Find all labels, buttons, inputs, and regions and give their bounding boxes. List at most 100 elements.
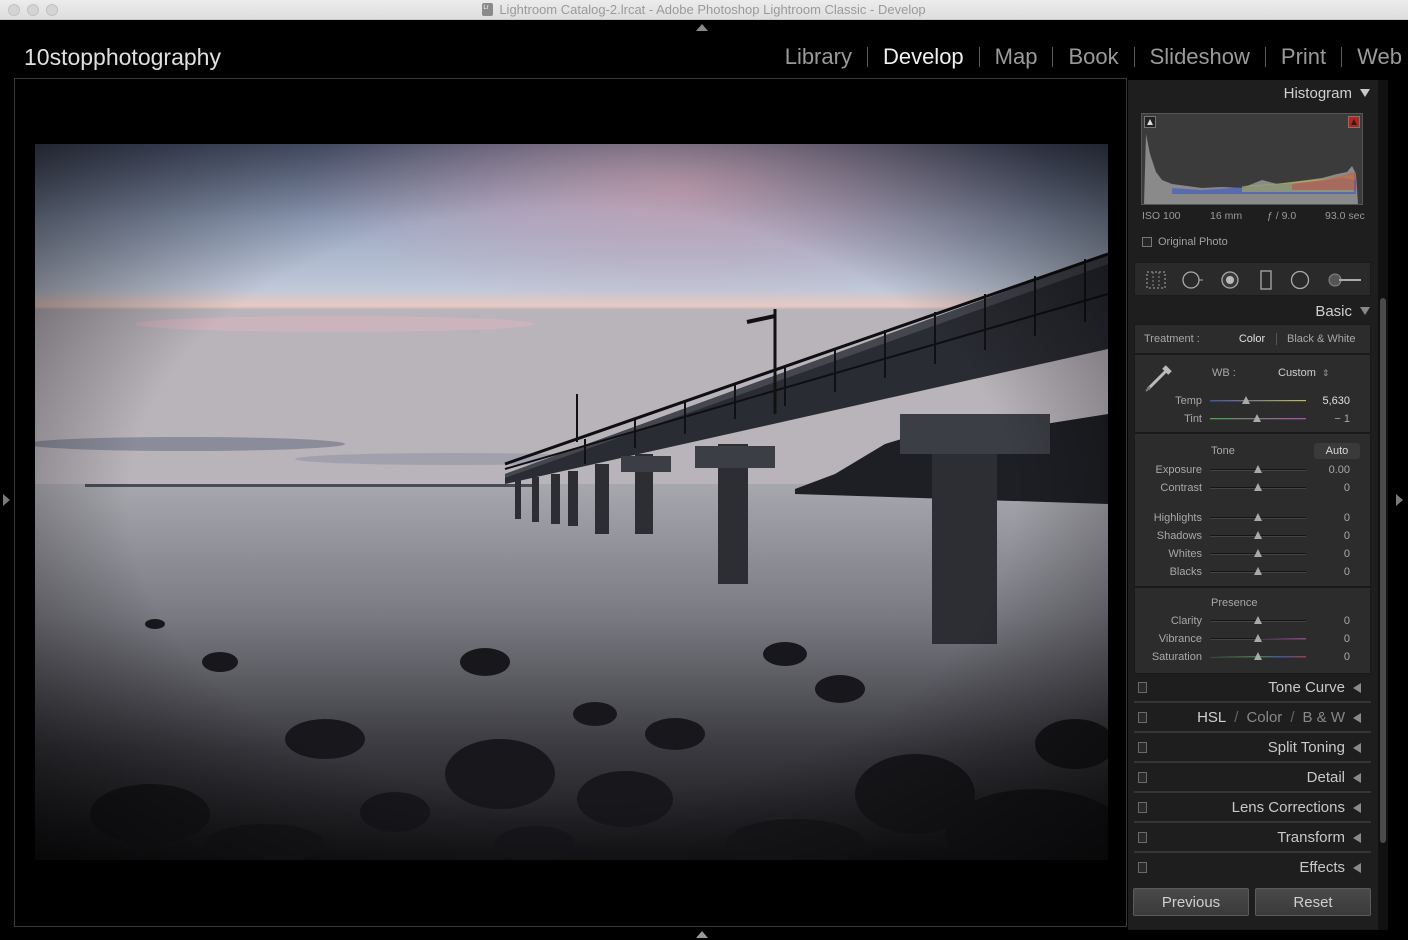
original-photo-checkbox[interactable]	[1142, 237, 1152, 247]
expand-effects-icon[interactable]	[1353, 862, 1361, 873]
temp-slider-thumb[interactable]	[1241, 396, 1250, 404]
tint-slider-thumb[interactable]	[1253, 414, 1262, 422]
split-toning-title: Split Toning	[1267, 739, 1345, 756]
auto-tone-button[interactable]: Auto	[1314, 443, 1360, 459]
blacks-value[interactable]: 0	[1306, 566, 1350, 578]
whites-value[interactable]: 0	[1306, 548, 1350, 560]
treatment-bw-option[interactable]: Black & White	[1287, 333, 1355, 345]
vibrance-slider[interactable]	[1210, 634, 1306, 644]
expand-hsl-icon[interactable]	[1353, 712, 1361, 723]
tone-curve-panel-header[interactable]: Tone Curve	[1134, 673, 1371, 703]
expand-detail-icon[interactable]	[1353, 772, 1361, 783]
whites-slider-thumb[interactable]	[1254, 549, 1262, 557]
hsl-color-tab[interactable]: Color	[1246, 709, 1282, 726]
expand-split-toning-icon[interactable]	[1353, 742, 1361, 753]
module-map[interactable]: Map	[980, 44, 1053, 70]
right-panel-toggle-icon[interactable]	[1396, 494, 1403, 506]
module-print[interactable]: Print	[1266, 44, 1341, 70]
exposure-slider[interactable]	[1210, 465, 1306, 475]
treatment-color-option[interactable]: Color	[1236, 333, 1268, 345]
vibrance-slider-thumb[interactable]	[1254, 634, 1262, 642]
reset-button[interactable]: Reset	[1255, 888, 1371, 916]
contrast-slider[interactable]	[1210, 483, 1306, 493]
shadows-slider[interactable]	[1210, 531, 1306, 541]
crop-overlay-icon[interactable]	[1145, 270, 1167, 290]
filmstrip-toggle-icon[interactable]	[696, 931, 708, 938]
lens-corrections-title: Lens Corrections	[1231, 799, 1345, 816]
white-balance-eyedropper-icon[interactable]	[1144, 361, 1176, 393]
module-library[interactable]: Library	[770, 44, 867, 70]
wb-dropdown-icon[interactable]: ⇕	[1322, 368, 1330, 379]
module-develop[interactable]: Develop	[868, 44, 979, 70]
hsl-bw-tab[interactable]: B & W	[1302, 709, 1345, 726]
effects-toggle-switch[interactable]	[1138, 862, 1147, 873]
previous-button[interactable]: Previous	[1133, 888, 1249, 916]
graduated-filter-icon[interactable]	[1255, 270, 1277, 290]
split-toning-panel-header[interactable]: Split Toning	[1134, 733, 1371, 763]
radial-filter-icon[interactable]	[1289, 270, 1311, 290]
split-toning-title-wrap: Split Toning	[1268, 739, 1361, 756]
adjustment-brush-icon[interactable]	[1325, 270, 1363, 290]
top-panel-toggle-icon[interactable]	[696, 24, 708, 31]
expand-lens-corrections-icon[interactable]	[1353, 802, 1361, 813]
exposure-slider-thumb[interactable]	[1254, 465, 1262, 473]
tint-slider[interactable]	[1210, 414, 1306, 424]
saturation-slider-thumb[interactable]	[1254, 652, 1262, 660]
collapse-basic-icon[interactable]	[1360, 307, 1370, 315]
expand-transform-icon[interactable]	[1353, 832, 1361, 843]
shadow-clipping-toggle[interactable]	[1144, 116, 1156, 128]
highlights-value[interactable]: 0	[1306, 512, 1350, 524]
clarity-value[interactable]: 0	[1306, 615, 1350, 627]
tone-curve-toggle-switch[interactable]	[1138, 682, 1147, 693]
effects-panel-header[interactable]: Effects	[1134, 853, 1371, 883]
transform-panel-header[interactable]: Transform	[1134, 823, 1371, 853]
collapse-histogram-icon[interactable]	[1360, 89, 1370, 97]
expand-tone-curve-icon[interactable]	[1353, 682, 1361, 693]
blacks-slider-thumb[interactable]	[1254, 567, 1262, 575]
contrast-value[interactable]: 0	[1306, 482, 1350, 494]
detail-panel-header[interactable]: Detail	[1134, 763, 1371, 793]
blacks-slider[interactable]	[1210, 567, 1306, 577]
split-toning-toggle-switch[interactable]	[1138, 742, 1147, 753]
saturation-row: Saturation 0	[1135, 651, 1350, 663]
saturation-slider[interactable]	[1210, 652, 1306, 662]
left-panel-toggle-icon[interactable]	[3, 494, 10, 506]
detail-toggle-switch[interactable]	[1138, 772, 1147, 783]
whites-slider[interactable]	[1210, 549, 1306, 559]
histogram-display[interactable]	[1141, 113, 1363, 205]
hsl-toggle-switch[interactable]	[1138, 712, 1147, 723]
highlights-slider-thumb[interactable]	[1254, 513, 1262, 521]
lens-corrections-panel-header[interactable]: Lens Corrections	[1134, 793, 1371, 823]
clarity-slider-thumb[interactable]	[1254, 616, 1262, 624]
contrast-slider-thumb[interactable]	[1254, 483, 1262, 491]
module-web[interactable]: Web	[1342, 44, 1402, 70]
tint-value[interactable]: − 1	[1306, 413, 1350, 425]
red-eye-icon[interactable]	[1219, 270, 1241, 290]
temp-value[interactable]: 5,630	[1306, 395, 1350, 407]
module-slideshow[interactable]: Slideshow	[1135, 44, 1265, 70]
hsl-panel-header[interactable]: HSL / Color / B & W	[1134, 703, 1371, 733]
shadows-slider-thumb[interactable]	[1254, 531, 1262, 539]
exposure-value[interactable]: 0.00	[1306, 464, 1350, 476]
saturation-value[interactable]: 0	[1306, 651, 1350, 663]
highlight-clipping-toggle[interactable]	[1348, 116, 1360, 128]
lens-corrections-toggle-switch[interactable]	[1138, 802, 1147, 813]
module-book[interactable]: Book	[1053, 44, 1133, 70]
exif-focal-length: 16 mm	[1210, 210, 1243, 222]
histogram-panel-header[interactable]: Histogram	[1284, 82, 1370, 104]
spot-removal-icon[interactable]	[1181, 270, 1203, 290]
transform-toggle-switch[interactable]	[1138, 832, 1147, 843]
photo-preview[interactable]	[35, 144, 1108, 860]
original-photo-toggle[interactable]: Original Photo	[1142, 236, 1228, 248]
wb-preset-select[interactable]: Custom	[1278, 367, 1316, 379]
clarity-slider[interactable]	[1210, 616, 1306, 626]
hsl-tab[interactable]: HSL	[1197, 709, 1226, 726]
lens-corrections-title-wrap: Lens Corrections	[1232, 799, 1361, 816]
shadows-value[interactable]: 0	[1306, 530, 1350, 542]
tone-curve-title: Tone Curve	[1268, 679, 1345, 696]
right-panel-scroll-thumb[interactable]	[1380, 298, 1386, 843]
highlights-slider[interactable]	[1210, 513, 1306, 523]
temp-slider[interactable]	[1210, 396, 1306, 406]
vibrance-value[interactable]: 0	[1306, 633, 1350, 645]
basic-panel-header[interactable]: Basic	[1315, 300, 1370, 322]
